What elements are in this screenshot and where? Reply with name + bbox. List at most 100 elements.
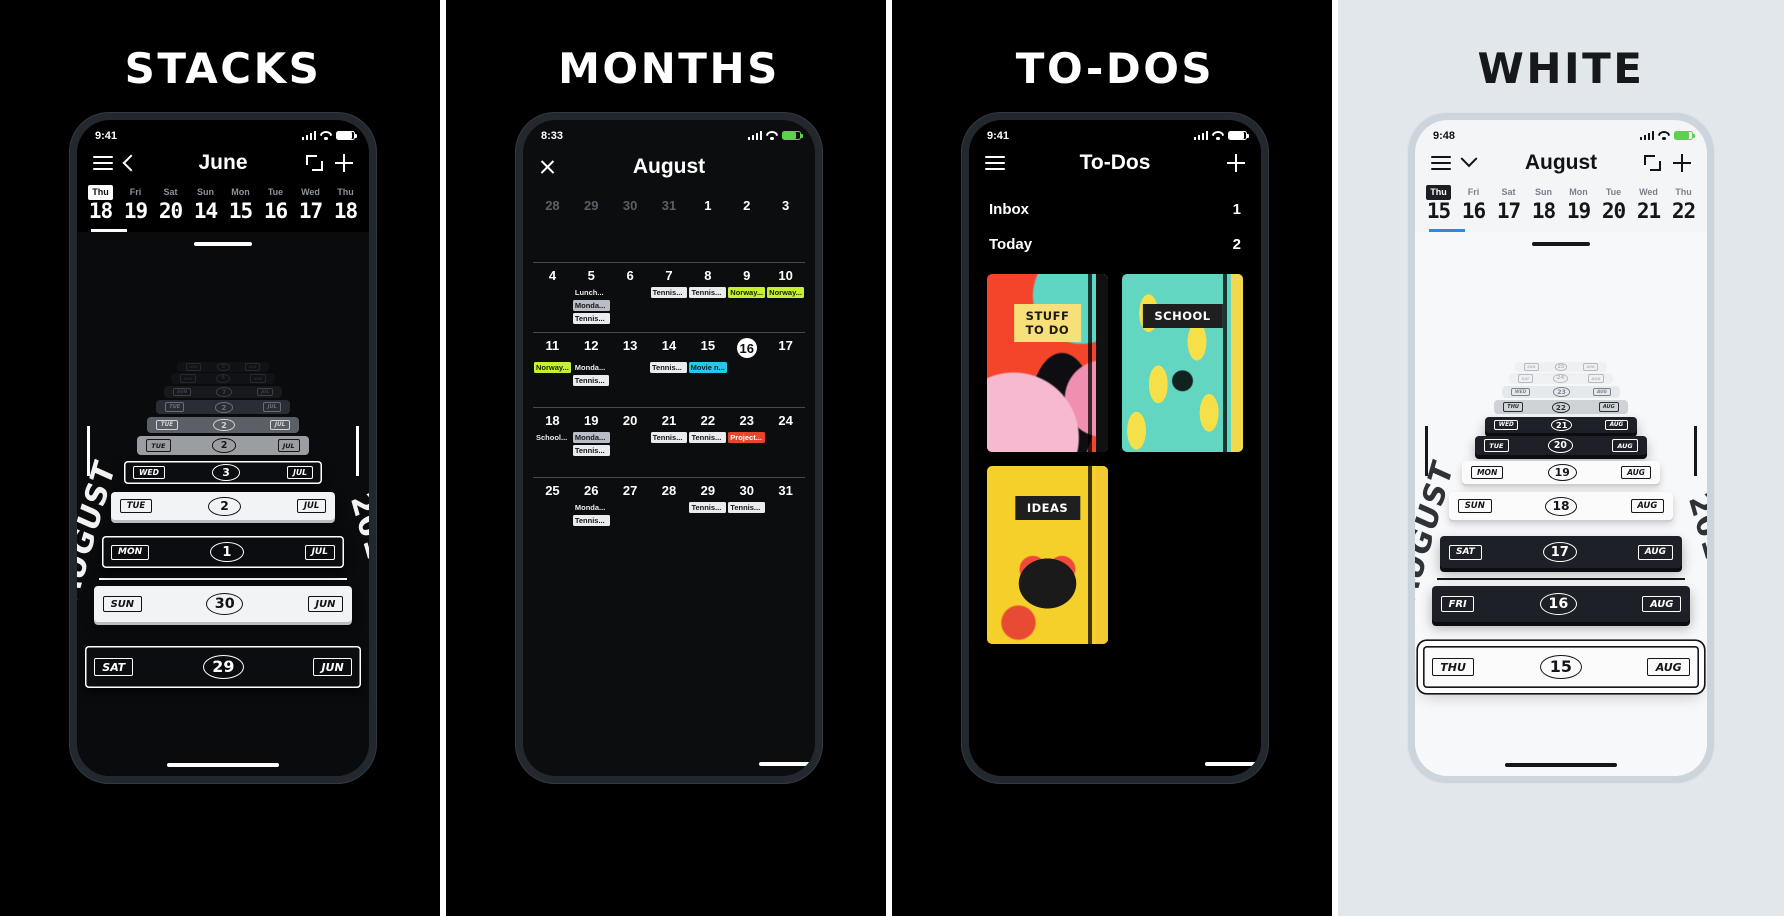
day-strip-cell[interactable]: Wed 17 — [293, 182, 328, 223]
month-day-cell[interactable]: 29 — [572, 198, 611, 213]
date-stack-card[interactable]: THU 22 AUG — [1494, 400, 1628, 414]
event-chip[interactable]: Tennis... — [572, 313, 610, 324]
month-day-cell[interactable]: 17 — [766, 338, 805, 358]
event-chip[interactable]: Tennis... — [650, 432, 688, 443]
event-chip[interactable]: Monda... — [572, 300, 610, 311]
month-day-cell[interactable]: 19 — [572, 413, 611, 428]
month-day-cell[interactable]: 21 — [650, 413, 689, 428]
day-strip-cell[interactable]: Sat 17 — [1491, 182, 1526, 223]
month-day-cell[interactable]: 10 — [766, 268, 805, 283]
date-stack-card[interactable]: MON 1 JUL — [102, 536, 344, 568]
date-stack-card[interactable]: TUE 20 AUG — [1475, 436, 1647, 455]
stack-top-handle[interactable] — [1532, 242, 1590, 246]
event-chip[interactable]: Monda... — [572, 432, 610, 443]
event-chip[interactable]: Tennis... — [572, 375, 610, 386]
month-day-cell[interactable]: 4 — [533, 268, 572, 283]
expand-icon[interactable] — [306, 155, 323, 171]
day-strip-cell[interactable]: Thu 18 — [328, 182, 363, 223]
hamburger-menu-icon[interactable] — [93, 156, 113, 170]
date-stack-card[interactable]: SUN 4 AUG — [171, 373, 275, 384]
day-strip-cell[interactable]: Fri 19 — [118, 182, 153, 223]
date-stack-card[interactable]: SUN 25 AUG — [1515, 362, 1607, 372]
event-chip[interactable]: School... — [534, 432, 571, 443]
event-chip[interactable]: Norway... — [534, 362, 571, 373]
note-card[interactable]: STUFF TO DO — [987, 274, 1108, 452]
day-strip-cell[interactable]: Wed 21 — [1631, 182, 1666, 223]
month-day-cell[interactable]: 6 — [611, 268, 650, 283]
date-stack-card[interactable]: TUE 2 JUL — [156, 400, 290, 414]
plus-icon[interactable] — [1227, 154, 1245, 172]
plus-icon[interactable] — [1673, 154, 1691, 172]
todo-list-row[interactable]: Inbox 1 — [989, 192, 1241, 227]
month-day-cell[interactable]: 24 — [766, 413, 805, 428]
day-strip-cell[interactable]: Thu 15 — [1421, 182, 1456, 223]
event-chip[interactable]: Norway... — [767, 287, 805, 298]
month-day-cell[interactable]: 23 — [727, 413, 766, 428]
date-stack-card[interactable]: TUE 2 JUL — [147, 417, 299, 433]
month-day-cell[interactable]: 25 — [533, 483, 572, 498]
month-day-cell[interactable]: 2 — [727, 198, 766, 213]
event-chip[interactable]: Tennis... — [728, 502, 766, 513]
month-day-cell[interactable]: 15 — [688, 338, 727, 358]
date-stack-card[interactable]: SAT 29 JUN — [85, 646, 361, 688]
date-stack-card[interactable]: SAT 17 AUG — [1440, 536, 1682, 568]
date-stack-card[interactable]: SAT 24 AUG — [1509, 373, 1613, 384]
date-stack-card[interactable]: SUN 18 AUG — [1449, 492, 1673, 520]
day-strip-cell[interactable]: Sun 14 — [188, 182, 223, 223]
month-day-cell[interactable]: 14 — [650, 338, 689, 358]
date-stack-card[interactable]: SUN 7 JUL — [164, 386, 282, 398]
day-strip-cell[interactable]: Thu 18 — [83, 182, 118, 223]
month-day-cell[interactable]: 29 — [688, 483, 727, 498]
event-chip[interactable]: Tennis... — [689, 287, 727, 298]
date-stack-card[interactable]: WED 23 AUG — [1502, 386, 1620, 398]
close-icon[interactable] — [539, 158, 556, 175]
month-day-cell[interactable]: 28 — [533, 198, 572, 213]
month-day-cell[interactable]: 31 — [766, 483, 805, 498]
month-day-cell[interactable]: 13 — [611, 338, 650, 358]
event-chip[interactable]: Movie n... — [688, 362, 727, 373]
note-card[interactable]: IDEAS — [987, 466, 1108, 644]
month-day-cell[interactable]: 20 — [611, 413, 650, 428]
month-day-cell[interactable]: 27 — [611, 483, 650, 498]
month-day-cell[interactable]: 9 — [727, 268, 766, 283]
day-strip-cell[interactable]: Fri 16 — [1456, 182, 1491, 223]
todo-list-row[interactable]: Today 2 — [989, 227, 1241, 262]
month-day-cell[interactable]: 1 — [688, 198, 727, 213]
event-chip[interactable]: Tennis... — [572, 445, 610, 456]
expand-icon[interactable] — [1644, 155, 1661, 171]
month-day-cell[interactable]: 11 — [533, 338, 572, 358]
stack-top-handle[interactable] — [194, 242, 252, 246]
hamburger-menu-icon[interactable] — [985, 156, 1005, 170]
date-stack-card[interactable]: TUE 2 JUL — [137, 436, 309, 455]
month-day-cell[interactable]: 30 — [611, 198, 650, 213]
plus-icon[interactable] — [335, 154, 353, 172]
day-strip-cell[interactable]: Sat 20 — [153, 182, 188, 223]
event-chip[interactable]: Tennis... — [650, 362, 687, 373]
event-chip[interactable]: Monda... — [573, 362, 610, 373]
event-chip[interactable]: Tennis... — [689, 502, 727, 513]
day-strip-cell[interactable]: Tue 20 — [1596, 182, 1631, 223]
month-day-cell[interactable]: 12 — [572, 338, 611, 358]
date-stack-card[interactable]: WED 5 AUG — [177, 362, 269, 372]
month-day-cell[interactable]: 31 — [650, 198, 689, 213]
month-day-cell[interactable]: 16 — [727, 338, 766, 358]
event-chip[interactable]: Tennis... — [689, 432, 727, 443]
day-strip-cell[interactable]: Tue 16 — [258, 182, 293, 223]
day-strip-cell[interactable]: Thu 22 — [1666, 182, 1701, 223]
event-chip[interactable]: Tennis... — [572, 515, 610, 526]
month-day-cell[interactable]: 7 — [650, 268, 689, 283]
chevron-left-icon[interactable] — [122, 154, 140, 172]
month-day-cell[interactable]: 28 — [650, 483, 689, 498]
date-stack-card[interactable]: WED 21 AUG — [1485, 417, 1637, 433]
date-stack-card[interactable]: TUE 2 JUL — [111, 492, 335, 520]
day-strip-cell[interactable]: Sun 18 — [1526, 182, 1561, 223]
month-day-cell[interactable]: 22 — [688, 413, 727, 428]
event-chip[interactable]: Monda... — [573, 502, 610, 513]
date-stack-card[interactable]: SUN 30 JUN — [94, 586, 352, 622]
month-day-cell[interactable]: 18 — [533, 413, 572, 428]
month-day-cell[interactable]: 30 — [727, 483, 766, 498]
event-chip[interactable]: Norway... — [728, 287, 766, 298]
day-strip-cell[interactable]: Mon 15 — [223, 182, 258, 223]
hamburger-menu-icon[interactable] — [1431, 156, 1451, 170]
date-stack-card[interactable]: WED 3 JUL — [124, 461, 322, 484]
